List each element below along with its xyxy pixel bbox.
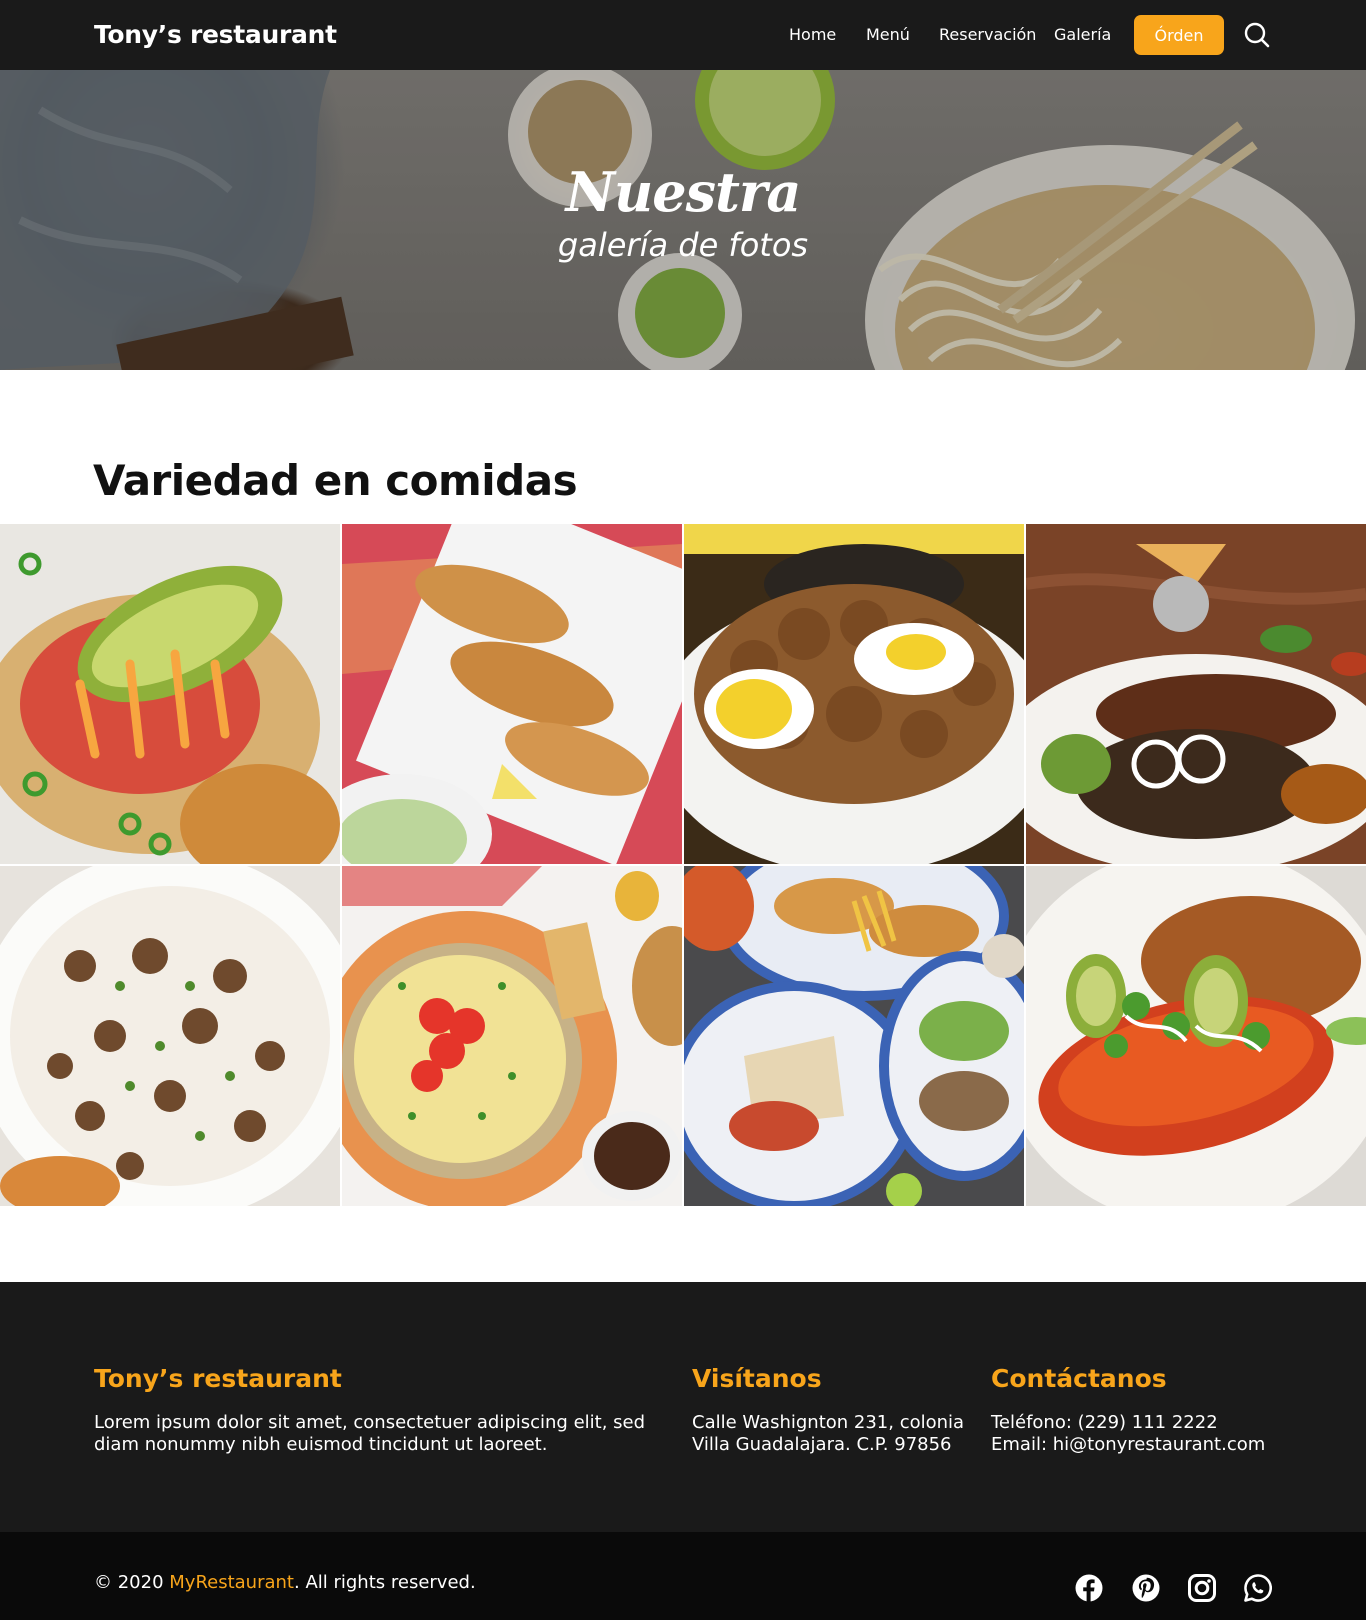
footer: Tony’s restaurant Lorem ipsum dolor sit … bbox=[0, 1282, 1366, 1532]
instagram-icon[interactable] bbox=[1188, 1574, 1216, 1602]
nav-link-menu[interactable]: Menú bbox=[866, 25, 910, 44]
whatsapp-icon[interactable] bbox=[1244, 1574, 1272, 1602]
copyright-prefix: © 2020 bbox=[94, 1572, 170, 1593]
footer-visit-title: Visítanos bbox=[692, 1364, 822, 1393]
nav-link-reservacion[interactable]: Reservación bbox=[939, 25, 1036, 44]
facebook-icon[interactable] bbox=[1075, 1574, 1103, 1602]
order-button[interactable]: Órden bbox=[1134, 15, 1224, 55]
top-navbar: Tony’s restaurant Home Menú Reservación … bbox=[0, 0, 1366, 70]
gallery-photo-tortas[interactable] bbox=[684, 866, 1024, 1206]
copyright-suffix: . All rights reserved. bbox=[294, 1572, 476, 1593]
gallery-photo-soup[interactable] bbox=[342, 866, 682, 1206]
pinterest-icon[interactable] bbox=[1132, 1574, 1160, 1602]
hero-title: Nuestra bbox=[565, 160, 802, 224]
footer-brand-text: Lorem ipsum dolor sit amet, consectetuer… bbox=[94, 1412, 646, 1455]
footer-address: Calle Washignton 231, colonia Villa Guad… bbox=[692, 1412, 965, 1455]
nav-link-galeria[interactable]: Galería bbox=[1054, 25, 1111, 44]
search-icon[interactable] bbox=[1244, 22, 1270, 48]
copyright-brand-link[interactable]: MyRestaurant bbox=[169, 1572, 294, 1593]
hero-banner: Nuestra galería de fotos bbox=[0, 70, 1366, 370]
copyright: © 2020 MyRestaurant. All rights reserved… bbox=[94, 1572, 476, 1593]
hero-subtitle: galería de fotos bbox=[557, 226, 809, 264]
bottom-bar: © 2020 MyRestaurant. All rights reserved… bbox=[0, 1532, 1366, 1620]
section-title: Variedad en comidas bbox=[93, 456, 578, 505]
gallery-photo-stew[interactable] bbox=[684, 524, 1024, 864]
gallery-photo-enchiladas[interactable] bbox=[1026, 866, 1366, 1206]
gallery-photo-tostada[interactable] bbox=[0, 524, 340, 864]
gallery-photo-eggs[interactable] bbox=[0, 866, 340, 1206]
footer-contact-info: Teléfono: (229) 111 2222 Email: hi@tonyr… bbox=[991, 1412, 1266, 1455]
brand-logo[interactable]: Tony’s restaurant bbox=[94, 20, 337, 49]
nav-link-home[interactable]: Home bbox=[789, 25, 836, 44]
footer-contact-title: Contáctanos bbox=[991, 1364, 1167, 1393]
footer-brand-title: Tony’s restaurant bbox=[94, 1364, 342, 1393]
gallery-photo-steak[interactable] bbox=[1026, 524, 1366, 864]
gallery-photo-toast[interactable] bbox=[342, 524, 682, 864]
photo-gallery bbox=[0, 524, 1366, 1206]
